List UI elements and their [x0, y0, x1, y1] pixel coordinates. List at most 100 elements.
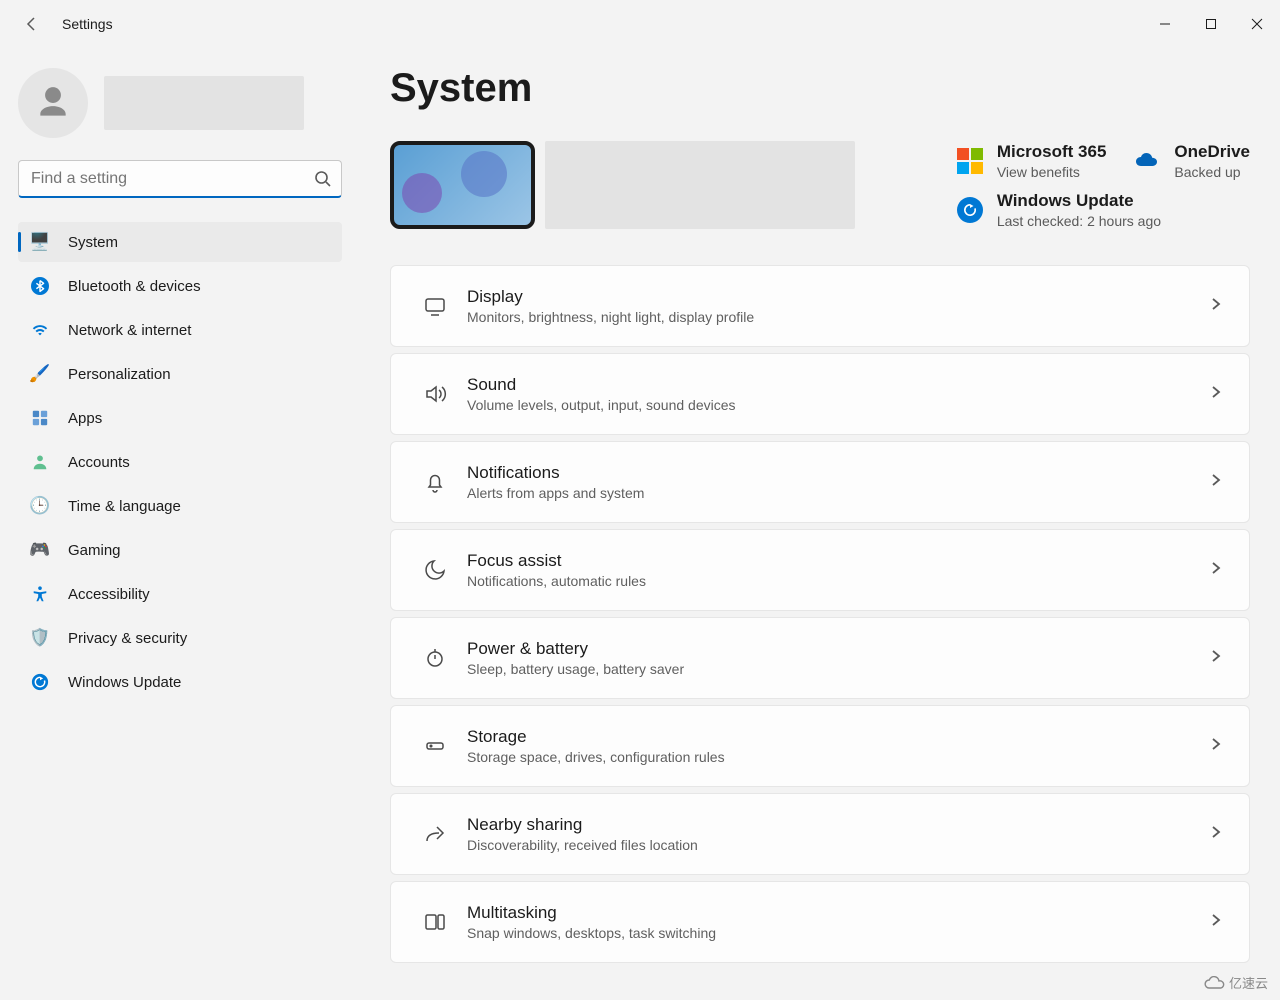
nav-item-privacy-security[interactable]: 🛡️ Privacy & security [18, 618, 342, 658]
nav-icon [30, 408, 50, 428]
chevron-right-icon [1209, 649, 1227, 667]
watermark: 亿速云 [1203, 973, 1268, 992]
nav-label: Personalization [68, 366, 171, 383]
status-sub: View benefits [997, 164, 1107, 180]
chevron-right-icon [1209, 297, 1227, 315]
maximize-icon [1205, 18, 1217, 30]
card-title: Storage [467, 727, 725, 747]
card-multitasking[interactable]: Multitasking Snap windows, desktops, task… [390, 881, 1250, 963]
card-title: Notifications [467, 463, 644, 483]
page-title: System [390, 66, 1250, 111]
nav-icon [30, 584, 50, 604]
status-sub: Backed up [1174, 164, 1250, 180]
chevron-right-icon [1209, 825, 1227, 843]
sidebar: 🖥️ System Bluetooth & devices Network & int… [0, 48, 360, 1000]
card-title: Nearby sharing [467, 815, 698, 835]
nav-icon [30, 672, 50, 692]
status-title: Microsoft 365 [997, 142, 1107, 162]
card-display[interactable]: Display Monitors, brightness, night light… [390, 265, 1250, 347]
close-button[interactable] [1234, 8, 1280, 40]
card-title: Power & battery [467, 639, 684, 659]
nearby-sharing-icon [413, 822, 457, 846]
nav-icon: 🎮 [30, 540, 50, 560]
nav-item-network-internet[interactable]: Network & internet [18, 310, 342, 350]
nav-icon: 🖌️ [30, 364, 50, 384]
windows-update-icon [957, 197, 983, 223]
nav-item-accounts[interactable]: Accounts [18, 442, 342, 482]
back-button[interactable] [16, 8, 48, 40]
nav-icon [30, 276, 50, 296]
card-description: Discoverability, received files location [467, 837, 698, 853]
card-focus-assist[interactable]: Focus assist Notifications, automatic rul… [390, 529, 1250, 611]
chevron-right-icon [1209, 473, 1227, 491]
minimize-button[interactable] [1142, 8, 1188, 40]
card-description: Alerts from apps and system [467, 485, 644, 501]
chevron-right-icon [1209, 561, 1227, 579]
settings-card-list: Display Monitors, brightness, night light… [390, 265, 1250, 963]
storage-icon [413, 734, 457, 758]
nav-icon: 🛡️ [30, 628, 50, 648]
card-sound[interactable]: Sound Volume levels, output, input, sound… [390, 353, 1250, 435]
nav-label: Apps [68, 410, 102, 427]
display-icon [413, 294, 457, 318]
card-description: Monitors, brightness, night light, displ… [467, 309, 754, 325]
nav-item-windows-update[interactable]: Windows Update [18, 662, 342, 702]
back-arrow-icon [24, 16, 40, 32]
chevron-right-icon [1209, 737, 1227, 755]
close-icon [1251, 18, 1263, 30]
chevron-right-icon [1209, 385, 1227, 403]
nav-item-accessibility[interactable]: Accessibility [18, 574, 342, 614]
nav-item-personalization[interactable]: 🖌️ Personalization [18, 354, 342, 394]
nav-list: 🖥️ System Bluetooth & devices Network & int… [18, 222, 342, 702]
main-panel: System Microsoft 365 View benefits OneDri… [360, 48, 1280, 1000]
status-onedrive[interactable]: OneDriveBacked up [1134, 141, 1250, 180]
profile-block[interactable] [18, 68, 342, 138]
minimize-icon [1159, 18, 1171, 30]
maximize-button[interactable] [1188, 8, 1234, 40]
nav-label: Gaming [68, 542, 121, 559]
search-icon [314, 170, 332, 188]
nav-label: Privacy & security [68, 630, 187, 647]
multitasking-icon [413, 910, 457, 934]
nav-item-bluetooth-devices[interactable]: Bluetooth & devices [18, 266, 342, 306]
focus-assist-icon [413, 558, 457, 582]
search-input[interactable] [18, 160, 342, 198]
onedrive-icon [1134, 148, 1160, 174]
app-title: Settings [62, 16, 113, 32]
nav-item-time-language[interactable]: 🕒Time & language [18, 486, 342, 526]
cloud-icon [1203, 976, 1225, 990]
status-m365[interactable]: Microsoft 365 View benefits [957, 141, 1107, 180]
card-title: Focus assist [467, 551, 646, 571]
nav-item-gaming[interactable]: 🎮 Gaming [18, 530, 342, 570]
nav-icon: 🕒 [30, 496, 50, 516]
nav-label: Windows Update [68, 674, 181, 691]
chevron-right-icon [1209, 913, 1227, 931]
card-description: Volume levels, output, input, sound devi… [467, 397, 736, 413]
user-icon [34, 84, 72, 122]
nav-item-apps[interactable]: Apps [18, 398, 342, 438]
card-title: Multitasking [467, 903, 716, 923]
nav-label: Bluetooth & devices [68, 278, 201, 295]
power-battery-icon [413, 646, 457, 670]
card-description: Snap windows, desktops, task switching [467, 925, 716, 941]
card-description: Storage space, drives, configuration rul… [467, 749, 725, 765]
card-power-battery[interactable]: Power & batterySleep, battery usage, bat… [390, 617, 1250, 699]
window-controls [1142, 8, 1280, 40]
device-thumbnail[interactable] [390, 141, 535, 229]
card-title: Sound [467, 375, 736, 395]
nav-item-system[interactable]: 🖥️ System [18, 222, 342, 262]
nav-label: System [68, 234, 118, 251]
avatar [18, 68, 88, 138]
card-title: Display [467, 287, 754, 307]
status-title: Windows Update [997, 191, 1161, 211]
card-description: Notifications, automatic rules [467, 573, 646, 589]
nav-icon: 🖥️ [30, 232, 50, 252]
status-sub: Last checked: 2 hours ago [997, 213, 1161, 229]
status-windows-update[interactable]: Windows Update Last checked: 2 hours ago [957, 190, 1250, 229]
card-nearby-sharing[interactable]: Nearby sharing Discoverability, received … [390, 793, 1250, 875]
nav-label: Network & internet [68, 322, 191, 339]
search-box[interactable] [18, 160, 342, 198]
nav-icon [30, 320, 50, 340]
card-notifications[interactable]: Notifications Alerts from apps and system [390, 441, 1250, 523]
card-storage[interactable]: Storage Storage space, drives, configurat… [390, 705, 1250, 787]
